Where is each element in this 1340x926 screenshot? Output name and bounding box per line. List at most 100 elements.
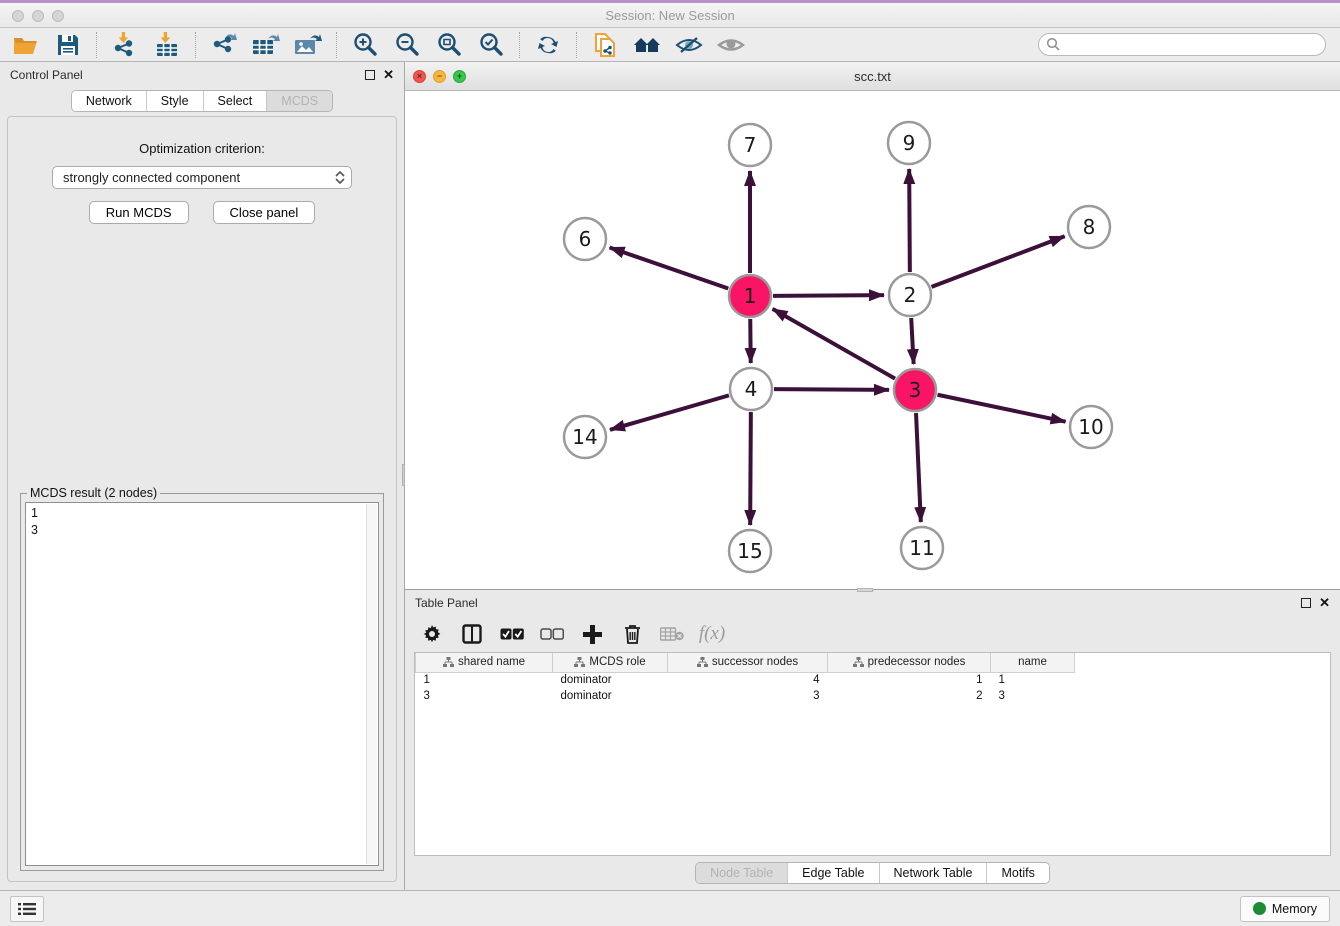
close-table-panel-icon[interactable]: ✕ bbox=[1319, 598, 1330, 608]
graph-edge-4-15[interactable] bbox=[750, 412, 751, 525]
network-window-titlebar[interactable]: × − + scc.txt bbox=[405, 62, 1340, 91]
show-eye-icon[interactable] bbox=[713, 31, 749, 59]
task-history-button[interactable] bbox=[10, 896, 44, 922]
main-toolbar bbox=[0, 28, 1340, 62]
control-panel-tabs: Network Style Select MCDS bbox=[0, 90, 404, 112]
search-input[interactable] bbox=[1038, 33, 1326, 56]
column-header-mcds-role[interactable]: MCDS role bbox=[553, 653, 668, 672]
tab-network[interactable]: Network bbox=[72, 91, 147, 111]
table-row[interactable]: 3 dominator 3 2 3 bbox=[416, 688, 1075, 704]
settings-gear-icon[interactable] bbox=[419, 622, 445, 646]
minimize-window-button[interactable] bbox=[32, 10, 44, 22]
table-row[interactable]: 1 dominator 4 1 1 bbox=[416, 672, 1075, 688]
graph-node-1[interactable]: 1 bbox=[729, 275, 771, 317]
right-column: × − + scc.txt 1 2 3 4 6 7 8 9 10 11 14 15 Table Pan… bbox=[405, 62, 1340, 890]
graph-edge-2-9[interactable] bbox=[909, 169, 910, 272]
graph-node-14[interactable]: 14 bbox=[564, 416, 606, 458]
graph-edge-1-2[interactable] bbox=[773, 295, 884, 296]
run-mcds-button[interactable]: Run MCDS bbox=[89, 201, 189, 224]
delete-trash-icon[interactable] bbox=[619, 622, 645, 646]
table-panel: Table Panel ✕ bbox=[405, 590, 1340, 890]
zoom-selected-icon[interactable] bbox=[473, 31, 509, 59]
svg-text:8: 8 bbox=[1083, 215, 1096, 239]
tab-edge-table[interactable]: Edge Table bbox=[788, 863, 879, 883]
mcds-result-list[interactable]: 1 3 bbox=[25, 502, 379, 866]
mcds-panel-body: Optimization criterion: strongly connect… bbox=[7, 116, 397, 882]
network-graph[interactable]: 1 2 3 4 6 7 8 9 10 11 14 15 bbox=[405, 91, 1339, 589]
import-table-icon[interactable] bbox=[149, 31, 185, 59]
network-maximize-button[interactable]: + bbox=[453, 70, 466, 83]
network-canvas[interactable]: 1 2 3 4 6 7 8 9 10 11 14 15 bbox=[405, 91, 1340, 589]
horizontal-splitter-handle[interactable] bbox=[857, 588, 873, 592]
function-fx-icon[interactable]: f(x) bbox=[699, 622, 725, 646]
column-header-predecessor-nodes[interactable]: predecessor nodes bbox=[828, 653, 991, 672]
graph-node-9[interactable]: 9 bbox=[888, 122, 930, 164]
graph-edge-2-8[interactable] bbox=[932, 236, 1065, 287]
close-panel-button[interactable]: Close panel bbox=[213, 201, 316, 224]
graph-node-7[interactable]: 7 bbox=[729, 124, 771, 166]
control-panel-title: Control Panel bbox=[10, 68, 83, 82]
tab-motifs[interactable]: Motifs bbox=[987, 863, 1048, 883]
svg-text:4: 4 bbox=[745, 377, 758, 401]
save-icon[interactable] bbox=[50, 31, 86, 59]
graph-node-11[interactable]: 11 bbox=[901, 527, 943, 569]
criterion-dropdown[interactable]: strongly connected component bbox=[52, 166, 352, 189]
network-clipboard-icon[interactable] bbox=[587, 31, 623, 59]
column-selector-icon[interactable] bbox=[459, 622, 485, 646]
tab-style[interactable]: Style bbox=[147, 91, 204, 111]
graph-node-8[interactable]: 8 bbox=[1068, 206, 1110, 248]
graph-node-3[interactable]: 3 bbox=[894, 369, 936, 411]
tab-mcds[interactable]: MCDS bbox=[267, 91, 332, 111]
memory-button[interactable]: Memory bbox=[1240, 896, 1330, 922]
svg-text:7: 7 bbox=[744, 133, 757, 157]
zoom-fit-icon[interactable] bbox=[431, 31, 467, 59]
column-type-icon bbox=[853, 657, 864, 668]
export-table-icon[interactable] bbox=[248, 31, 284, 59]
column-type-icon bbox=[697, 657, 708, 668]
deselect-all-checks-icon[interactable] bbox=[539, 622, 565, 646]
network-close-button[interactable]: × bbox=[413, 70, 426, 83]
graph-edge-1-6[interactable] bbox=[610, 247, 729, 288]
zoom-in-icon[interactable] bbox=[347, 31, 383, 59]
refresh-icon[interactable] bbox=[530, 31, 566, 59]
tab-network-table[interactable]: Network Table bbox=[880, 863, 988, 883]
float-table-panel-icon[interactable] bbox=[1301, 598, 1311, 608]
window-controls-inactive[interactable] bbox=[12, 10, 64, 22]
export-image-icon[interactable] bbox=[290, 31, 326, 59]
column-header-successor-nodes[interactable]: successor nodes bbox=[668, 653, 828, 672]
network-minimize-button[interactable]: − bbox=[433, 70, 446, 83]
graph-node-2[interactable]: 2 bbox=[889, 274, 931, 316]
optimization-criterion-label: Optimization criterion: bbox=[16, 141, 388, 156]
close-panel-icon[interactable]: ✕ bbox=[383, 70, 394, 80]
open-folder-icon[interactable] bbox=[8, 31, 44, 59]
float-panel-icon[interactable] bbox=[365, 70, 375, 80]
graph-edge-4-3[interactable] bbox=[774, 389, 889, 390]
graph-node-10[interactable]: 10 bbox=[1070, 406, 1112, 448]
column-header-shared-name[interactable]: shared name bbox=[416, 653, 553, 672]
table-panel-title: Table Panel bbox=[415, 596, 478, 610]
maximize-window-button[interactable] bbox=[52, 10, 64, 22]
graph-node-15[interactable]: 15 bbox=[729, 530, 771, 572]
delete-table-icon[interactable] bbox=[659, 622, 685, 646]
graph-node-6[interactable]: 6 bbox=[564, 218, 606, 260]
graph-edge-3-1[interactable] bbox=[773, 309, 895, 379]
mcds-result-line: 1 bbox=[31, 505, 364, 522]
home-layout-icon[interactable] bbox=[629, 31, 665, 59]
tab-select[interactable]: Select bbox=[204, 91, 268, 111]
close-window-button[interactable] bbox=[12, 10, 24, 22]
graph-edge-3-10[interactable] bbox=[938, 395, 1066, 422]
graph-edge-2-3[interactable] bbox=[911, 318, 913, 364]
add-column-icon[interactable] bbox=[579, 622, 605, 646]
hide-eye-icon[interactable] bbox=[671, 31, 707, 59]
graph-edge-3-11[interactable] bbox=[916, 413, 921, 522]
column-header-name[interactable]: name bbox=[991, 653, 1075, 672]
tab-node-table[interactable]: Node Table bbox=[696, 863, 788, 883]
result-scrollbar[interactable] bbox=[366, 504, 377, 864]
graph-edge-4-14[interactable] bbox=[610, 395, 729, 429]
export-network-icon[interactable] bbox=[206, 31, 242, 59]
select-all-checks-icon[interactable] bbox=[499, 622, 525, 646]
import-network-icon[interactable] bbox=[107, 31, 143, 59]
node-table[interactable]: shared name MCDS role successor nodes pr… bbox=[414, 652, 1331, 856]
graph-node-4[interactable]: 4 bbox=[730, 368, 772, 410]
zoom-out-icon[interactable] bbox=[389, 31, 425, 59]
